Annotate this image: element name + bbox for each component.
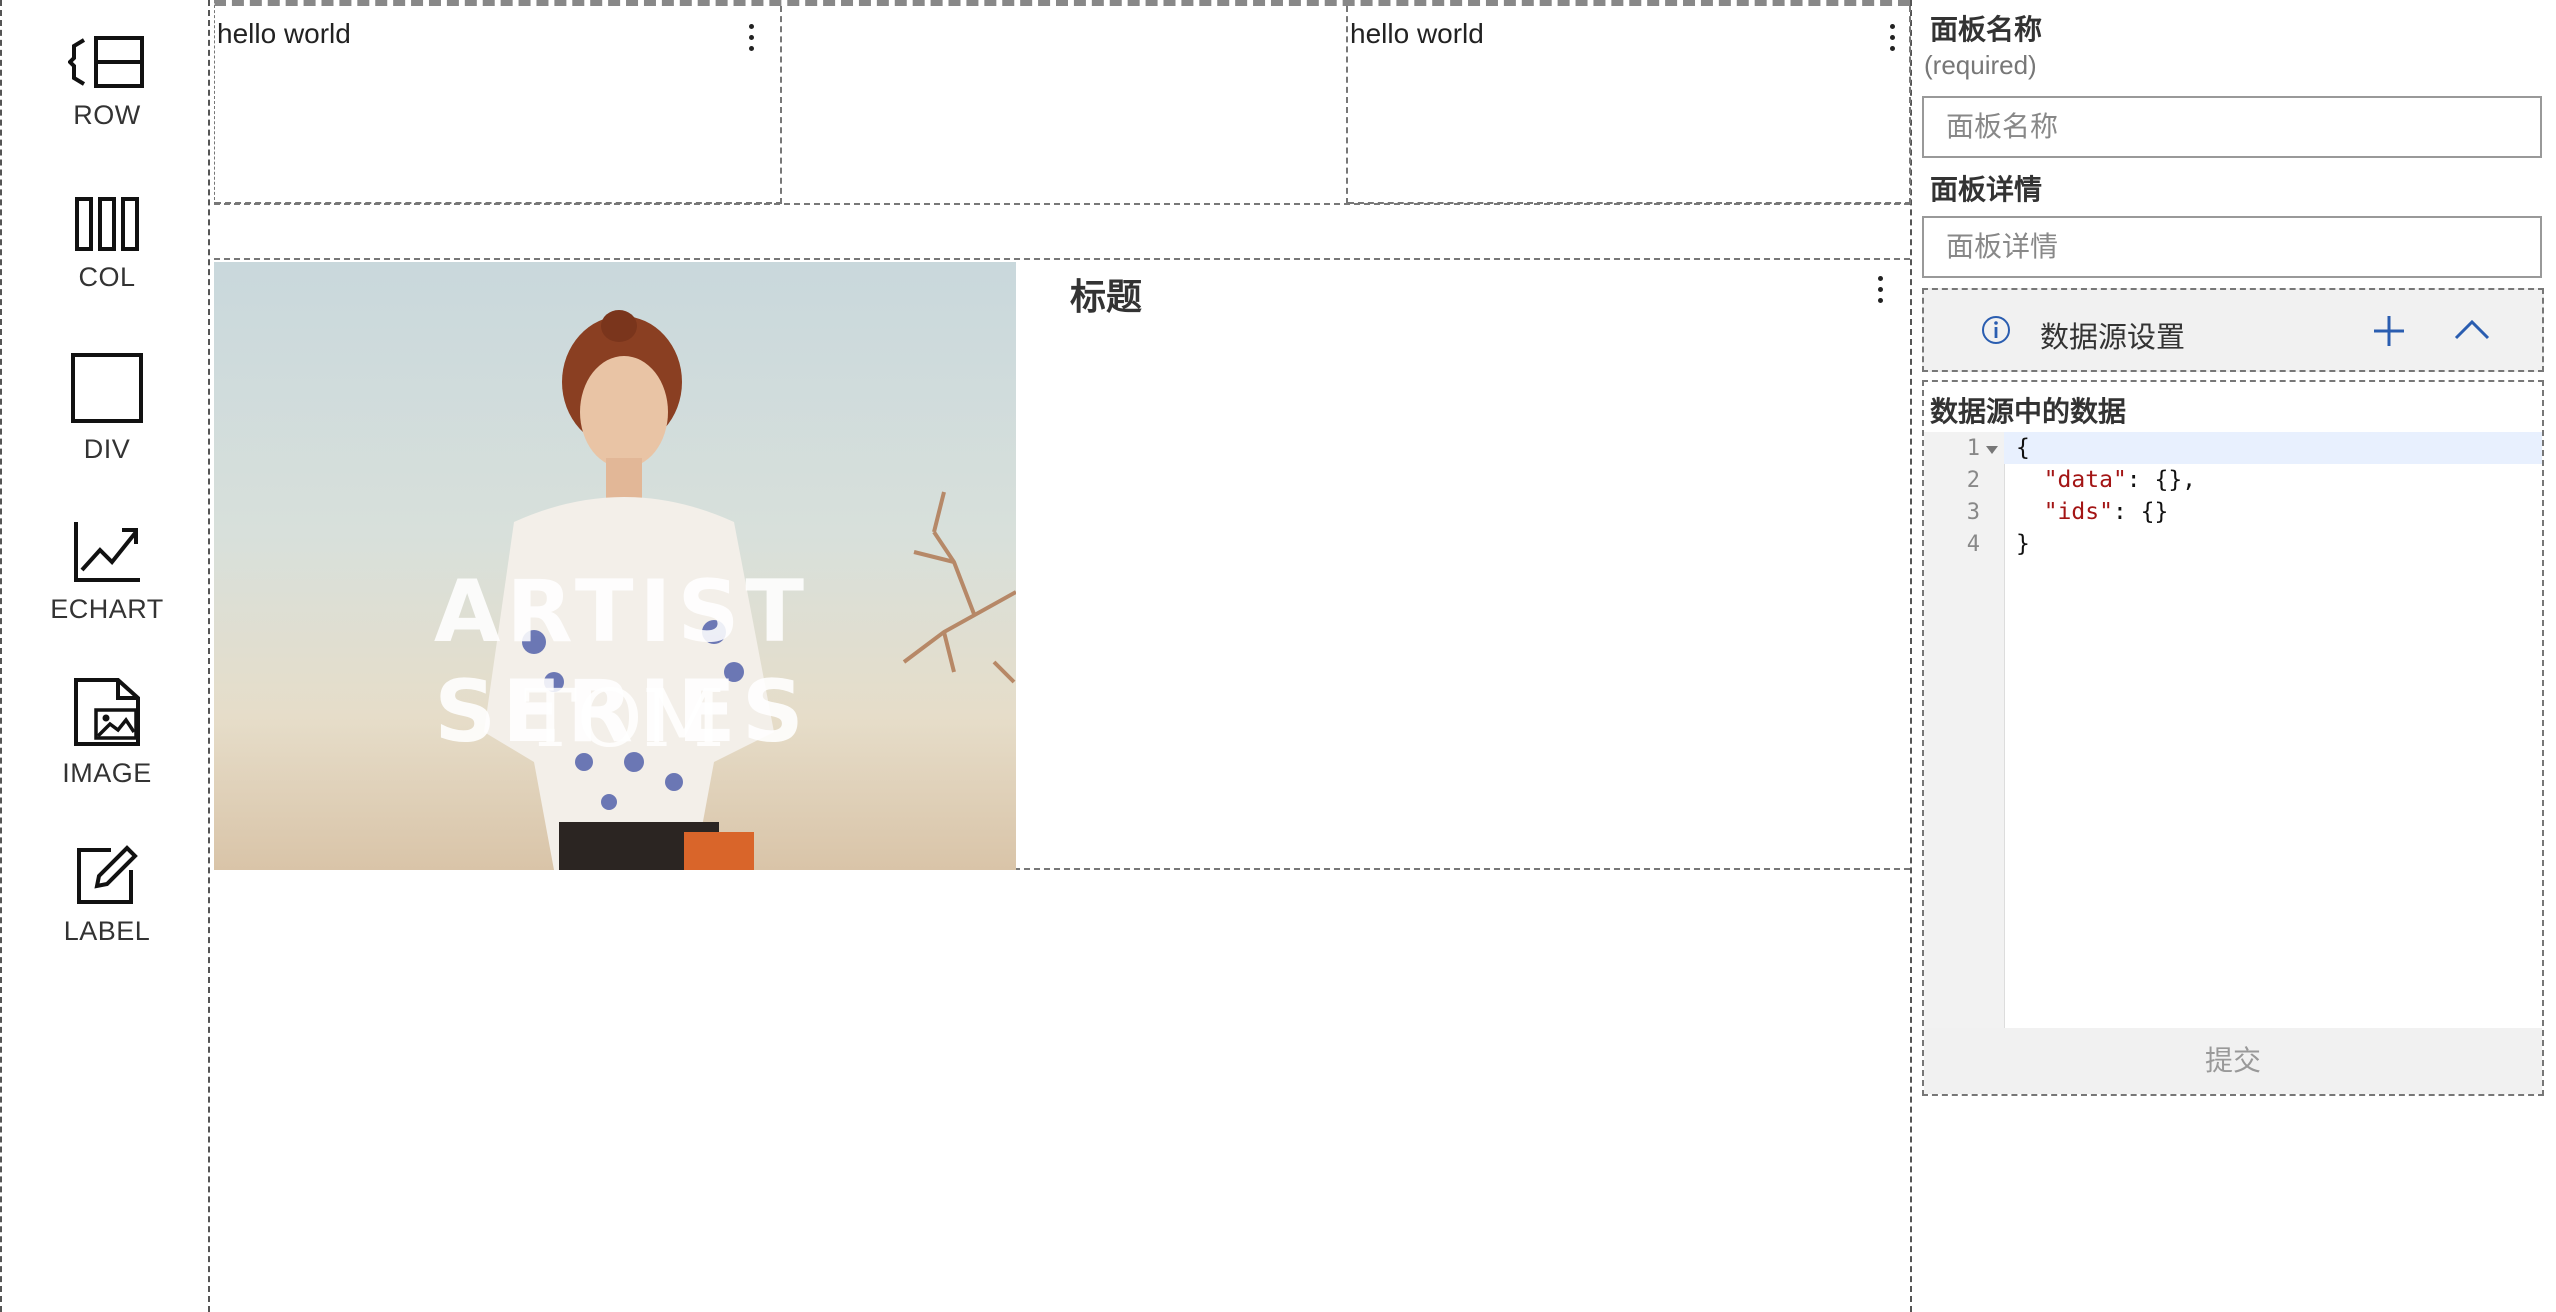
- palette-item-echart[interactable]: ECHART: [2, 520, 212, 625]
- fold-caret-icon[interactable]: [1984, 444, 2000, 456]
- more-options-icon[interactable]: [1884, 24, 1900, 60]
- line-number: 3: [1966, 500, 1980, 525]
- palette-item-label[interactable]: LABEL: [2, 842, 212, 947]
- palette-item-image[interactable]: IMAGE: [2, 676, 212, 789]
- json-value: : {},: [2126, 467, 2197, 493]
- panel-name-input[interactable]: [1922, 96, 2542, 158]
- canvas-cell-2[interactable]: [782, 6, 1348, 204]
- palette-label-div: DIV: [83, 434, 131, 464]
- palette-item-col[interactable]: COL: [2, 196, 212, 293]
- submit-button[interactable]: 提交: [1924, 1028, 2542, 1094]
- code-line: }: [2016, 531, 2030, 557]
- json-editor[interactable]: 1 2 3 4 { "data": {}, "ids": {} }: [1924, 432, 2542, 1028]
- palette-label-col: COL: [78, 262, 136, 292]
- code-line: {: [2016, 435, 2030, 461]
- canvas-row-2[interactable]: ARTIST SERIES TOM 标题: [214, 258, 1910, 870]
- canvas-cell-1[interactable]: hello world: [215, 6, 782, 204]
- more-options-icon[interactable]: [1872, 276, 1888, 312]
- div-icon: [71, 353, 143, 423]
- datasource-data-box: 数据源中的数据 1 2 3 4 { "data": {}, "ids": {} …: [1922, 380, 2544, 1096]
- palette-label-image: IMAGE: [62, 758, 152, 788]
- palette-item-div[interactable]: DIV: [2, 352, 212, 465]
- panel-detail-label: 面板详情: [1930, 174, 2043, 205]
- canvas-cell-3[interactable]: hello world: [1348, 6, 1911, 204]
- image-text-line2: TOM: [523, 672, 725, 765]
- card-image[interactable]: ARTIST SERIES TOM: [214, 262, 1016, 870]
- cell-text: hello world: [1350, 18, 1484, 49]
- palette-item-row[interactable]: ROW: [2, 34, 212, 131]
- palette-label-echart: ECHART: [50, 594, 164, 624]
- line-number: 2: [1966, 468, 1980, 493]
- json-value: : {}: [2112, 499, 2169, 525]
- code-line: "ids": {}: [2016, 499, 2169, 525]
- component-palette: ROW COL DIV ECHART IMAGE LABEL: [0, 0, 210, 1312]
- col-icon: [75, 197, 139, 251]
- info-icon: [1982, 316, 2010, 344]
- image-icon: [74, 678, 140, 746]
- add-icon[interactable]: [2372, 314, 2406, 348]
- palette-label-row: ROW: [73, 100, 141, 130]
- chevron-up-icon[interactable]: [2454, 318, 2490, 342]
- row-icon: [68, 36, 144, 88]
- design-canvas[interactable]: hello world hello world ARTIST SERIES TO…: [210, 0, 1912, 1312]
- editor-gutter: 1 2 3 4: [1924, 432, 2005, 1028]
- json-key: "data": [2043, 467, 2127, 493]
- canvas-row-1[interactable]: hello world hello world: [214, 0, 1911, 205]
- palette-label-label: LABEL: [63, 916, 151, 946]
- line-number: 4: [1966, 532, 1980, 557]
- more-options-icon[interactable]: [743, 24, 759, 60]
- line-number: 1: [1966, 436, 1980, 461]
- active-line-highlight: [2004, 432, 2542, 464]
- label-icon: [77, 845, 138, 904]
- chart-icon: [74, 522, 140, 582]
- datasource-title: 数据源设置: [2040, 322, 2186, 354]
- card-title: 标题: [1070, 276, 1143, 317]
- json-key: "ids": [2043, 499, 2113, 525]
- code-line: "data": {},: [2016, 467, 2196, 493]
- properties-panel: 面板名称 (required) 面板详情 数据源设置 数据源中的数据 1 2: [1912, 0, 2556, 1312]
- panel-name-label: 面板名称: [1930, 14, 2043, 45]
- datasource-data-title: 数据源中的数据: [1930, 396, 2127, 427]
- datasource-settings-bar[interactable]: 数据源设置: [1922, 288, 2544, 372]
- cell-text: hello world: [217, 18, 351, 49]
- required-hint: (required): [1924, 50, 2037, 80]
- panel-detail-input[interactable]: [1922, 216, 2542, 278]
